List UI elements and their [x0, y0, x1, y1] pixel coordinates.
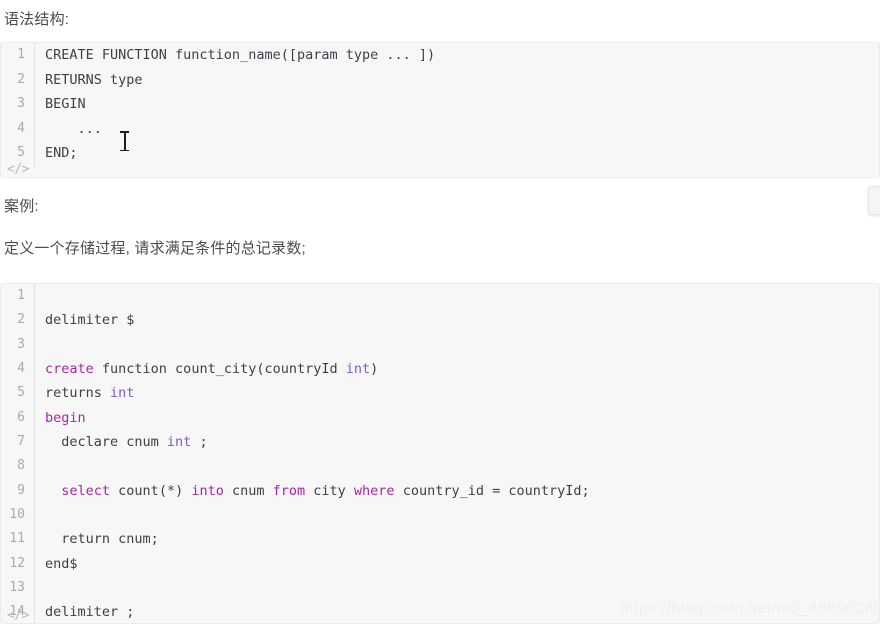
line-number: 12 — [1, 551, 35, 577]
page-heading-case: 案例: — [4, 198, 39, 215]
code-line: 2 delimiter $ — [1, 308, 879, 333]
code-line-text: end$ — [35, 552, 879, 576]
code-line: 1 CREATE FUNCTION function_name([param ty… — [1, 43, 879, 68]
code-token: ; — [191, 434, 208, 451]
article-page: 语法结构: 1 CREATE FUNCTION function_name([pa… — [0, 0, 880, 632]
code-token: where — [353, 482, 395, 499]
code-token: return cnum; — [45, 531, 159, 548]
floating-side-panel-handle[interactable] — [868, 186, 880, 215]
line-number: 3 — [1, 92, 35, 117]
code-line: 6 begin — [1, 405, 879, 431]
code-token: into — [191, 482, 224, 499]
code-line-text: returns int — [35, 381, 879, 405]
watermark-blog-url: https://blog.csdn.net/m0_46690280 — [620, 600, 880, 617]
code-line-text: ... — [35, 117, 879, 142]
line-number: 2 — [1, 308, 35, 333]
line-number: 1 — [1, 284, 35, 309]
code-line-text: create function count_city(countryId int… — [35, 357, 879, 381]
code-token: function count_city(countryId — [93, 361, 346, 378]
code-line-text: begin — [35, 406, 879, 430]
code-line: 4 create function count_city(countryId in… — [1, 357, 879, 382]
code-language-icon: </> — [7, 608, 29, 623]
code-line: 13 — [1, 576, 879, 601]
code-line: 2 RETURNS type — [1, 67, 879, 93]
code-line: 5 returns int — [1, 381, 879, 406]
code-line-text: return cnum; — [35, 527, 879, 551]
line-number: 13 — [1, 576, 35, 601]
code-line: 1 — [1, 284, 879, 309]
code-token: delimiter ; — [45, 604, 135, 621]
page-heading-syntax-structure: 语法结构: — [4, 11, 70, 28]
text-cursor-icon — [120, 131, 129, 151]
code-token: select — [61, 482, 111, 499]
line-number: 1 — [1, 43, 35, 68]
code-line: 4 ... — [1, 116, 879, 142]
code-line-text — [35, 454, 879, 478]
code-line: 7 declare cnum int ; — [1, 430, 879, 455]
line-number: 4 — [1, 357, 35, 382]
code-block-function-syntax[interactable]: 1 CREATE FUNCTION function_name([param ty… — [0, 42, 880, 178]
code-line: 3 — [1, 332, 879, 358]
code-line-text: declare cnum int ; — [35, 430, 879, 454]
code-token: count(*) — [110, 482, 192, 499]
code-line-text: delimiter $ — [35, 308, 879, 332]
code-lines-syntax: 1 CREATE FUNCTION function_name([param ty… — [1, 43, 879, 166]
code-line: 9 select count(*) into cnum from city wh… — [1, 478, 879, 504]
code-line-text — [35, 284, 879, 308]
line-number: 6 — [1, 405, 35, 431]
line-number: 8 — [1, 454, 35, 479]
code-line: 10 — [1, 503, 879, 528]
code-token: end$ — [45, 555, 78, 572]
text-cursor-stem — [124, 132, 126, 150]
code-token: city — [305, 482, 354, 499]
code-token: from — [272, 482, 306, 499]
code-line-text — [35, 576, 879, 600]
code-line-text — [35, 503, 879, 527]
code-token: int — [166, 434, 192, 451]
line-number: 10 — [1, 503, 35, 528]
line-number: 2 — [1, 67, 35, 92]
code-token: delimiter $ — [45, 312, 135, 329]
code-token: begin — [45, 409, 86, 426]
text-cursor-bottom-bar — [120, 149, 129, 151]
code-lines-example: 1 2 delimiter $3 4 create function count_c… — [1, 284, 879, 623]
code-token: create — [45, 361, 94, 378]
code-line: 11 return cnum; — [1, 527, 879, 552]
line-number: 9 — [1, 478, 35, 504]
line-number: 11 — [1, 527, 35, 552]
code-token: int — [345, 361, 371, 378]
code-block-count-city-function[interactable]: 1 2 delimiter $3 4 create function count_c… — [0, 283, 880, 624]
code-language-icon: </> — [7, 162, 29, 177]
line-number: 3 — [1, 332, 35, 358]
code-token: CREATE FUNCTION function_name([param typ… — [45, 47, 436, 63]
code-line: 8 — [1, 454, 879, 479]
code-token: int — [110, 385, 135, 402]
code-token: BEGIN — [45, 96, 86, 112]
code-line-text — [35, 333, 879, 357]
code-token: ... — [45, 120, 102, 137]
code-line: 5 END; — [1, 141, 879, 166]
code-line-text: BEGIN — [35, 92, 879, 117]
line-number: 7 — [1, 430, 35, 455]
code-line-text: CREATE FUNCTION function_name([param typ… — [35, 43, 879, 68]
code-token: END; — [45, 145, 78, 161]
code-line-text: select count(*) into cnum from city wher… — [35, 479, 879, 503]
case-description-text: 定义一个存储过程, 请求满足条件的总记录数; — [4, 240, 306, 257]
code-token: declare cnum — [45, 434, 167, 451]
line-number: 5 — [1, 381, 35, 406]
code-token: ) — [370, 361, 379, 378]
code-line: 3 BEGIN — [1, 92, 879, 117]
line-number: 4 — [1, 116, 35, 141]
code-line: 12 end$ — [1, 551, 879, 577]
code-line-text: END; — [35, 141, 879, 166]
code-line-text: RETURNS type — [35, 68, 879, 93]
code-token: country_id = countryId; — [394, 482, 590, 499]
code-token: RETURNS type — [45, 71, 143, 88]
code-token: cnum — [223, 482, 273, 499]
code-token: returns — [45, 385, 111, 402]
